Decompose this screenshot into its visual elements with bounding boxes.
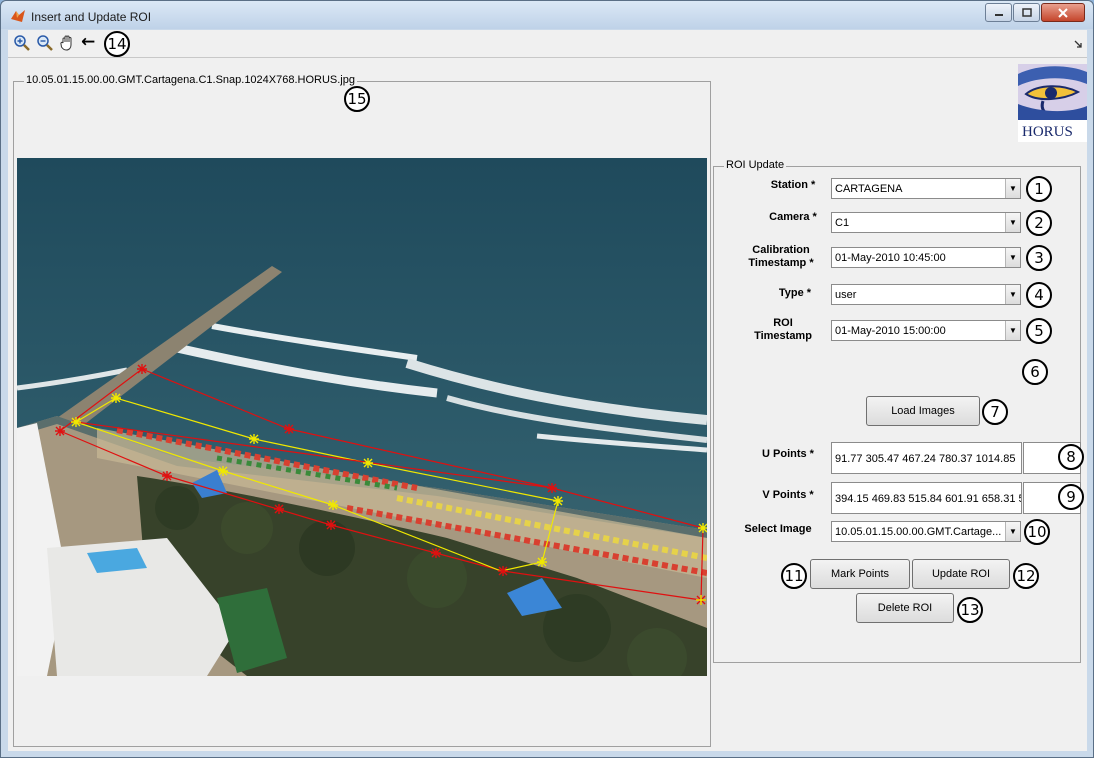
- chevron-down-icon: ▼: [1005, 179, 1020, 198]
- dock-arrow-icon[interactable]: [1074, 40, 1082, 48]
- select-image-value: 10.05.01.15.00.00.GMT.Cartage...: [835, 526, 1002, 538]
- select-image-dropdown[interactable]: 10.05.01.15.00.00.GMT.Cartage... ▼: [831, 521, 1021, 542]
- callout-5: 5: [1026, 318, 1052, 344]
- close-button[interactable]: [1041, 3, 1085, 22]
- type-value: user: [835, 289, 857, 301]
- pan-hand-icon[interactable]: [59, 34, 77, 52]
- horus-logo: HORUS: [1018, 64, 1087, 142]
- chevron-down-icon: ▼: [1005, 248, 1020, 267]
- roi-timestamp-label: ROI Timestamp: [748, 317, 818, 343]
- maximize-button[interactable]: [1013, 3, 1040, 22]
- eye-of-horus-icon: [1018, 64, 1087, 120]
- station-label: Station *: [770, 179, 816, 191]
- callout-3: 3: [1026, 245, 1052, 271]
- type-label: Type *: [778, 287, 812, 299]
- toolbar: ← 14: [8, 30, 1087, 58]
- chevron-down-icon: ▼: [1005, 285, 1020, 304]
- callout-2: 2: [1026, 210, 1052, 236]
- main-content: 10.05.01.15.00.00.GMT.Cartagena.C1.Snap.…: [8, 58, 1087, 751]
- v-points-field[interactable]: 394.15 469.83 515.84 601.91 658.31 5: [831, 482, 1022, 514]
- callout-13: 13: [957, 597, 983, 623]
- load-images-button[interactable]: Load Images: [866, 396, 980, 426]
- u-points-field[interactable]: 91.77 305.47 467.24 780.37 1014.85: [831, 442, 1022, 474]
- image-panel-title: 10.05.01.15.00.00.GMT.Cartagena.C1.Snap.…: [24, 74, 357, 86]
- camera-label: Camera *: [769, 211, 817, 223]
- zoom-in-icon[interactable]: [13, 34, 31, 52]
- minimize-icon: [994, 13, 1003, 16]
- app-window: Insert and Update ROI ← 14 10.05.01.15.0…: [0, 0, 1094, 758]
- roi-timestamp-value: 01-May-2010 15:00:00: [835, 325, 946, 337]
- roi-timestamp-label-line2: Timestamp: [754, 330, 812, 342]
- calibration-label-line1: Calibration: [752, 244, 810, 256]
- type-dropdown[interactable]: user ▼: [831, 284, 1021, 305]
- roi-timestamp-label-line1: ROI: [773, 317, 793, 329]
- callout-9: 9: [1058, 484, 1084, 510]
- station-value: CARTAGENA: [835, 183, 903, 195]
- u-points-label: U Points *: [762, 448, 814, 460]
- window-title: Insert and Update ROI: [31, 10, 152, 24]
- callout-1: 1: [1026, 176, 1052, 202]
- update-roi-button[interactable]: Update ROI: [912, 559, 1010, 589]
- callout-8: 8: [1058, 444, 1084, 470]
- arrow-left-icon: ←: [81, 32, 96, 52]
- camera-snapshot-image[interactable]: [17, 158, 707, 676]
- callout-15: 15: [344, 86, 370, 112]
- calibration-timestamp-label: Calibration Timestamp *: [741, 244, 821, 270]
- u-points-value: 91.77 305.47 467.24 780.37 1014.85: [835, 453, 1016, 465]
- chevron-down-icon: ▼: [1005, 321, 1020, 340]
- mark-points-button[interactable]: Mark Points: [810, 559, 910, 589]
- calibration-timestamp-dropdown[interactable]: 01-May-2010 10:45:00 ▼: [831, 247, 1021, 268]
- chevron-down-icon: ▼: [1005, 213, 1020, 232]
- chevron-down-icon: ▼: [1005, 522, 1020, 541]
- minimize-button[interactable]: [985, 3, 1012, 22]
- callout-11: 11: [781, 563, 807, 589]
- callout-14: 14: [104, 31, 130, 57]
- camera-value: C1: [835, 217, 850, 229]
- v-points-value: 394.15 469.83 515.84 601.91 658.31 5: [835, 493, 1022, 505]
- callout-7: 7: [982, 399, 1008, 425]
- zoom-out-icon[interactable]: [36, 34, 54, 52]
- maximize-icon: [1021, 8, 1032, 17]
- logo-text: HORUS: [1022, 124, 1073, 140]
- callout-12: 12: [1013, 563, 1039, 589]
- matlab-icon: [11, 10, 25, 22]
- roi-timestamp-dropdown[interactable]: 01-May-2010 15:00:00 ▼: [831, 320, 1021, 341]
- close-icon: [1058, 7, 1068, 18]
- station-dropdown[interactable]: CARTAGENA ▼: [831, 178, 1021, 199]
- title-bar: Insert and Update ROI: [1, 1, 1093, 29]
- delete-roi-button[interactable]: Delete ROI: [856, 593, 954, 623]
- callout-4: 4: [1026, 282, 1052, 308]
- callout-10: 10: [1024, 519, 1050, 545]
- callout-6: 6: [1022, 359, 1048, 385]
- select-image-label: Select Image: [744, 523, 812, 535]
- calibration-label-line2: Timestamp *: [748, 257, 814, 269]
- roi-panel-title: ROI Update: [724, 159, 787, 171]
- v-points-label: V Points *: [762, 489, 814, 501]
- camera-dropdown[interactable]: C1 ▼: [831, 212, 1021, 233]
- calibration-timestamp-value: 01-May-2010 10:45:00: [835, 252, 946, 264]
